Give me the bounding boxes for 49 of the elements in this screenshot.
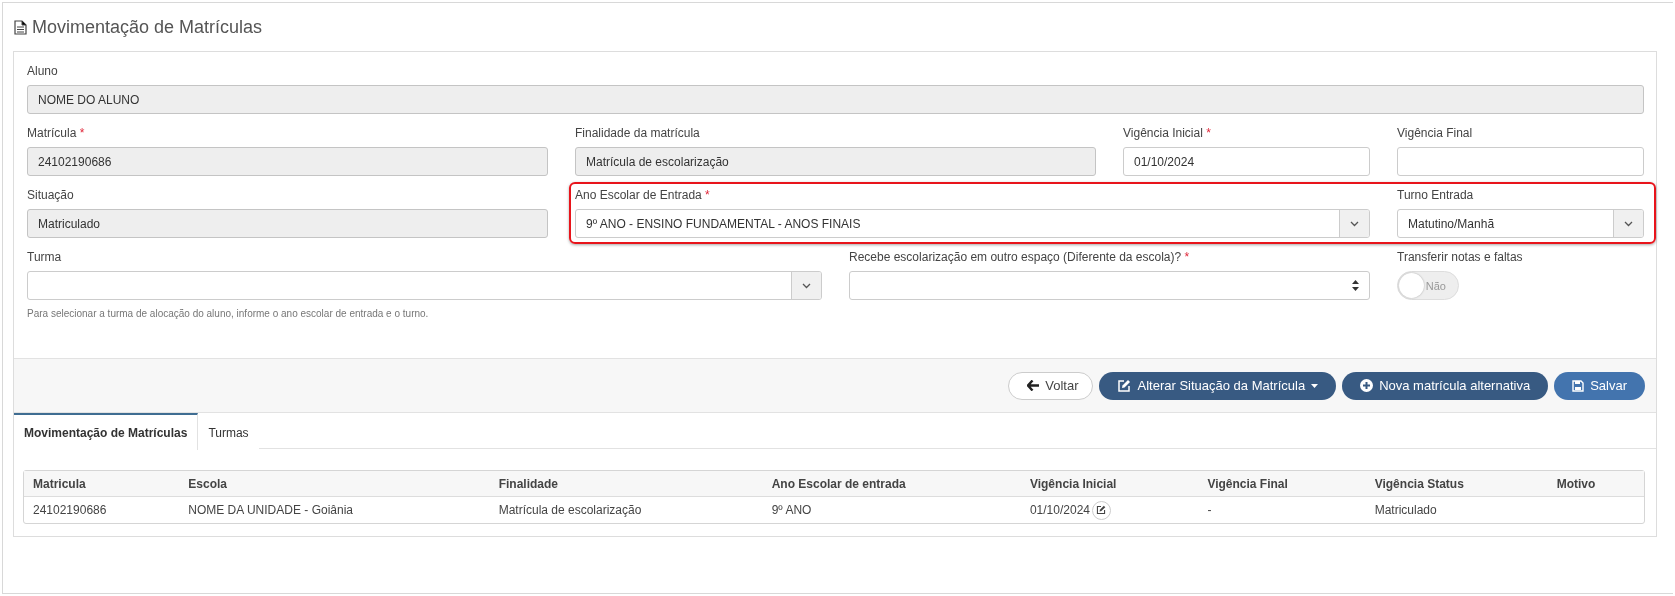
edit-icon [1117,378,1132,393]
action-button[interactable]: Salvar [1554,371,1645,400]
chevron-down-icon [1624,220,1633,227]
field-label: Aluno [27,64,59,79]
column-header: Motivo [1547,471,1644,497]
arrow-left-icon [1027,380,1040,391]
field-label: Situação [27,188,75,203]
select-field[interactable]: 9º ANO - ENSINO FUNDAMENTAL - ANOS FINAIS [575,209,1370,238]
table-cell: - [1207,503,1212,517]
column-header: Vigência Inicial [1020,471,1199,497]
table-cell: 01/10/2024 [1029,502,1090,517]
field-label: Transferir notas e faltas [1397,250,1524,265]
field-label: Vigência Inicial * [1123,126,1212,141]
table-cell: NOME DA UNIDADE - Goiânia [188,503,353,517]
column-header: Vigência Final [1198,471,1366,497]
action-button[interactable]: Voltar [1008,371,1094,400]
column-header: Escola [179,471,490,497]
field-label: Turma [27,250,63,265]
select-field[interactable] [27,271,822,300]
field-label: Vigência Final [1397,126,1474,141]
column-header: Finalidade [489,471,763,497]
field-label: Recebe escolarização em outro espaço (Diferente da escola)? * [849,250,1191,265]
table-cell: 24102190686 [33,503,107,517]
field-label: Matrícula * [27,126,86,141]
select-field[interactable] [849,271,1370,300]
plus-circle-icon [1360,379,1374,392]
edit-icon [1096,505,1107,515]
field-hint: Para selecionar a turma de alocação do aluno, informe o ano escolar de entrada e o turno. [27,308,430,319]
column-header: Vigência Status [1365,471,1548,497]
document-icon [14,19,27,35]
field-label: Ano Escolar de Entrada * [575,188,711,203]
action-button[interactable]: Nova matrícula alternativa [1342,371,1549,400]
column-header: Matricula [24,471,180,497]
field-label: Finalidade da matrícula [575,126,701,141]
action-button[interactable]: Alterar Situação da Matrícula [1099,371,1337,400]
table-cell: Matrícula de escolarização [498,503,642,517]
text-field[interactable] [1397,147,1644,176]
table-cell: 9º ANO [771,503,812,517]
field-label: Turno Entrada [1397,188,1475,203]
up-down-arrows-icon [1352,280,1359,291]
column-header: Ano Escolar de entrada [762,471,1021,497]
text-field[interactable]: 01/10/2024 [1123,147,1370,176]
page-title: Movimentação de Matrículas [32,16,263,38]
tab[interactable]: Movimentação de Matrículas [14,413,199,450]
chevron-down-icon [1350,220,1359,227]
select-field[interactable]: Matutino/Manhã [1397,209,1644,238]
chevron-down-icon [802,282,811,289]
table-cell: Matriculado [1374,503,1437,517]
caret-icon [1311,383,1319,388]
